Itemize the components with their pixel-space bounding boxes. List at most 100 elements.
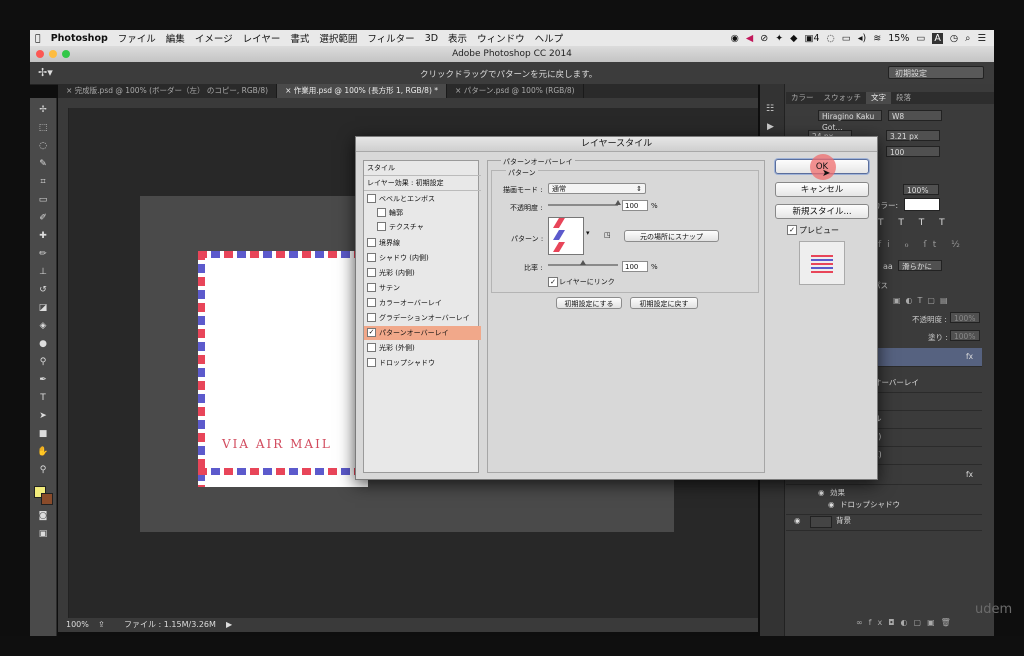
evernote-icon[interactable]: ◆ bbox=[790, 33, 797, 44]
style-item-stroke[interactable]: 境界線 bbox=[364, 236, 481, 250]
style-item-inner-glow[interactable]: 光彩 (内側) bbox=[364, 266, 481, 280]
screen-mode-icon[interactable]: ▣ bbox=[36, 528, 50, 540]
slice-tool-icon[interactable]: ▭ bbox=[36, 194, 50, 206]
type-style-buttons[interactable]: T T T T bbox=[878, 218, 951, 228]
background-color-swatch[interactable] bbox=[41, 493, 53, 505]
record-icon[interactable]: ◉ bbox=[731, 33, 739, 44]
tab-document-3[interactable]: × パターン.psd @ 100% (RGB/8) bbox=[447, 84, 584, 98]
rectangle-tool-icon[interactable]: ■ bbox=[36, 428, 50, 440]
menu-filter[interactable]: フィルター bbox=[362, 31, 419, 45]
pattern-swatch[interactable] bbox=[548, 217, 584, 255]
notification-icon[interactable]: ▣4 bbox=[804, 33, 819, 44]
checkbox[interactable] bbox=[367, 297, 376, 307]
quick-select-tool-icon[interactable]: ✎ bbox=[36, 158, 50, 170]
menu-view[interactable]: 表示 bbox=[443, 31, 472, 45]
history-panel-icon[interactable]: ☷ bbox=[766, 104, 774, 114]
style-item-pattern-overlay[interactable]: ✓ パターンオーバーレイ bbox=[364, 326, 481, 340]
eraser-tool-icon[interactable]: ◪ bbox=[36, 302, 50, 314]
style-item-contour[interactable]: 輪郭 bbox=[364, 206, 491, 220]
crop-tool-icon[interactable]: ⌗ bbox=[36, 176, 50, 188]
tab-paragraph[interactable]: 段落 bbox=[891, 92, 916, 104]
pen-tool-icon[interactable]: ✒ bbox=[36, 374, 50, 386]
history-brush-icon[interactable]: ↺ bbox=[36, 284, 50, 296]
reset-to-default-button[interactable]: 初期設定に戻す bbox=[630, 297, 698, 309]
style-item-satin[interactable]: サテン bbox=[364, 281, 481, 295]
checkbox[interactable] bbox=[367, 193, 376, 203]
zoom-level[interactable]: 100% bbox=[66, 618, 89, 632]
menu-app-name[interactable]: Photoshop bbox=[46, 33, 113, 44]
style-item-gradient-overlay[interactable]: グラデーションオーバーレイ bbox=[364, 311, 481, 325]
type-tool-icon[interactable]: T bbox=[36, 392, 50, 404]
lasso-tool-icon[interactable]: ◌ bbox=[36, 140, 50, 152]
menu-help[interactable]: ヘルプ bbox=[530, 31, 569, 45]
dropbox-icon[interactable]: ✦ bbox=[775, 33, 783, 44]
menu-edit[interactable]: 編集 bbox=[161, 31, 190, 45]
scale-input[interactable]: 100 bbox=[622, 261, 648, 272]
style-list-header[interactable]: スタイル bbox=[364, 161, 481, 176]
move-tool-icon[interactable]: ✢ bbox=[36, 104, 50, 116]
style-item-drop-shadow[interactable]: ドロップシャドウ bbox=[364, 356, 481, 370]
tab-character[interactable]: 文字 bbox=[866, 92, 891, 104]
close-button[interactable] bbox=[36, 50, 44, 58]
menu-file[interactable]: ファイル bbox=[113, 31, 161, 45]
checkbox[interactable] bbox=[367, 312, 376, 322]
search-icon[interactable]: ⌕ bbox=[965, 33, 970, 44]
clock-icon[interactable]: ◌ bbox=[827, 33, 835, 44]
apple-icon[interactable]:  bbox=[30, 33, 46, 44]
list-icon[interactable]: ☰ bbox=[977, 33, 986, 44]
leading-field[interactable]: 3.21 px bbox=[886, 130, 940, 141]
wifi-icon[interactable]: ≋ bbox=[873, 33, 881, 44]
blending-options-item[interactable]: レイヤー効果 : 初期設定 bbox=[364, 176, 481, 191]
checkbox[interactable] bbox=[367, 267, 376, 277]
tab-document-1[interactable]: × 完成版.psd @ 100% (ボーダー（左） のコピー, RGB/8) bbox=[58, 84, 278, 98]
blur-tool-icon[interactable]: ● bbox=[36, 338, 50, 350]
menu-image[interactable]: イメージ bbox=[190, 31, 238, 45]
opentype-buttons[interactable]: fi ℴ ſt ½ bbox=[878, 240, 966, 250]
new-style-button[interactable]: 新規スタイル... bbox=[775, 204, 869, 219]
checkbox[interactable] bbox=[367, 237, 376, 247]
style-item-color-overlay[interactable]: カラーオーバーレイ bbox=[364, 296, 481, 310]
time-icon[interactable]: ◷ bbox=[950, 33, 958, 44]
checkbox[interactable] bbox=[367, 357, 376, 367]
layer-row-background[interactable]: ◉ 背景 bbox=[786, 512, 982, 531]
workspace-preset-dropdown[interactable]: 初期設定 bbox=[888, 66, 984, 79]
menu-window[interactable]: ウィンドウ bbox=[472, 31, 530, 45]
snap-to-origin-button[interactable]: 元の場所にスナップ bbox=[624, 230, 719, 242]
pattern-picker-arrow-icon[interactable]: ▾ bbox=[586, 229, 590, 237]
layer-footer-icons[interactable]: ∞fx◘◐▢▣🗑 bbox=[856, 618, 957, 627]
healing-brush-icon[interactable]: ✚ bbox=[36, 230, 50, 242]
style-item-bevel[interactable]: ベベルとエンボス bbox=[364, 192, 481, 206]
blend-mode-dropdown[interactable]: 通常 ⇕ bbox=[548, 183, 646, 194]
checkbox[interactable] bbox=[367, 342, 376, 352]
hand-tool-icon[interactable]: ✋ bbox=[36, 446, 50, 458]
tab-document-2[interactable]: × 作業用.psd @ 100% (長方形 1, RGB/8) * bbox=[277, 84, 448, 98]
scale-slider-thumb[interactable] bbox=[580, 260, 586, 265]
font-family-dropdown[interactable]: Hiragino Kaku Got... bbox=[818, 110, 882, 132]
cancel-button[interactable]: キャンセル bbox=[775, 182, 869, 197]
input-method[interactable]: A bbox=[932, 32, 943, 44]
style-item-outer-glow[interactable]: 光彩 (外側) bbox=[364, 341, 481, 355]
preview-checkbox[interactable]: ✓ bbox=[787, 225, 797, 235]
make-default-button[interactable]: 初期設定にする bbox=[556, 297, 622, 309]
checkbox[interactable] bbox=[367, 252, 376, 262]
checkbox[interactable] bbox=[377, 207, 386, 217]
bookmark-icon[interactable]: ◀ bbox=[746, 33, 753, 44]
menu-layer[interactable]: レイヤー bbox=[238, 31, 286, 45]
path-select-icon[interactable]: ➤ bbox=[36, 410, 50, 422]
horizontal-scale-field[interactable]: 100% bbox=[903, 184, 939, 195]
opacity-slider-track[interactable] bbox=[548, 204, 618, 206]
actions-panel-icon[interactable]: ▶ bbox=[767, 122, 774, 132]
menu-select[interactable]: 選択範囲 bbox=[314, 31, 362, 45]
move-tool-preset-icon[interactable]: ✢▾ bbox=[38, 66, 53, 79]
layer-fill-field[interactable]: 100% bbox=[950, 330, 980, 341]
new-preset-icon[interactable]: ◳ bbox=[604, 231, 611, 239]
menu-3d[interactable]: 3D bbox=[420, 33, 443, 44]
link-with-layer-checkbox[interactable]: ✓ bbox=[548, 277, 558, 287]
zoom-button[interactable] bbox=[62, 50, 70, 58]
tab-swatches[interactable]: スウォッチ bbox=[819, 92, 867, 104]
tab-color[interactable]: カラー bbox=[786, 92, 819, 104]
dodge-tool-icon[interactable]: ⚲ bbox=[36, 356, 50, 368]
eyedropper-tool-icon[interactable]: ✐ bbox=[36, 212, 50, 224]
font-weight-dropdown[interactable]: W8 bbox=[888, 110, 942, 121]
volume-icon[interactable]: ◂) bbox=[858, 33, 866, 44]
